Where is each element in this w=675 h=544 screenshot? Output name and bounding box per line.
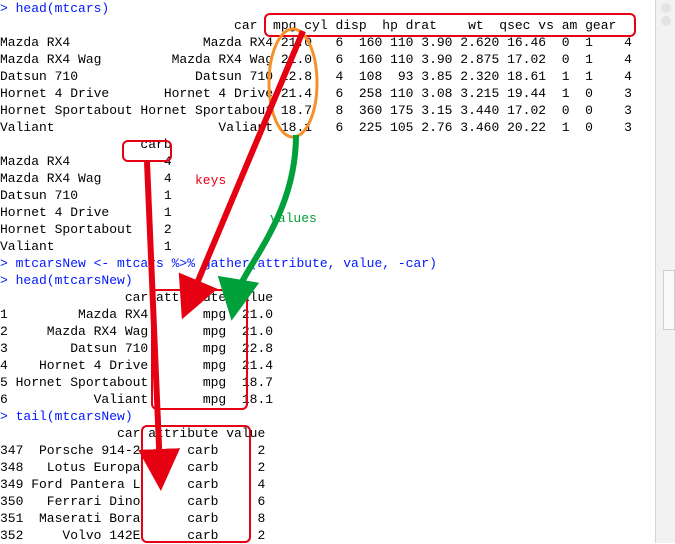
mtcars-long-head-row: 5 Hornet Sportabout mpg 18.7 (0, 374, 655, 391)
cmd-head-new: > head(mtcarsNew) (0, 272, 655, 289)
cmd-gather: > mtcarsNew <- mtcars %>% gather(attribu… (0, 255, 655, 272)
gutter-dot-icon (661, 16, 671, 26)
mtcars-long-tail-row: 349 Ford Pantera L carb 4 (0, 476, 655, 493)
mtcars-wide-row: Mazda RX4 Mazda RX4 21.0 6 160 110 3.90 … (0, 34, 655, 51)
cmd-head-mtcars: > head(mtcars) (0, 0, 655, 17)
mtcars-long-head-row: 3 Datsun 710 mpg 22.8 (0, 340, 655, 357)
mtcars-long-head-row: 4 Hornet 4 Drive mpg 21.4 (0, 357, 655, 374)
gutter-dot-icon (661, 3, 671, 13)
mtcars-wide-row: Hornet Sportabout Hornet Sportabout 18.7… (0, 102, 655, 119)
mtcars-long-head-row: 2 Mazda RX4 Wag mpg 21.0 (0, 323, 655, 340)
mtcars-wide-row: Valiant Valiant 18.1 6 225 105 2.76 3.46… (0, 119, 655, 136)
mtcars-long-tail-row: 347 Porsche 914-2 carb 2 (0, 442, 655, 459)
mtcars-wide-carb-row: Datsun 710 1 (0, 187, 655, 204)
mtcars-long-tail-row: 350 Ferrari Dino carb 6 (0, 493, 655, 510)
r-console-output: > head(mtcars) car mpg cyl disp hp drat … (0, 0, 655, 543)
mtcars-long-tail-row: 348 Lotus Europa carb 2 (0, 459, 655, 476)
mtcars-wide-carb-row: Mazda RX4 Wag 4 (0, 170, 655, 187)
annotation-values-label: values (270, 210, 317, 227)
mtcars-long-head-row: 6 Valiant mpg 18.1 (0, 391, 655, 408)
mtcars-wide-carb-row: Valiant 1 (0, 238, 655, 255)
mtcars-long-tail-row: 352 Volvo 142E carb 2 (0, 527, 655, 544)
mtcars-long-head-header: car attribute value (0, 289, 655, 306)
mtcars-long-tail-header: car attribute value (0, 425, 655, 442)
mtcars-wide-row: Mazda RX4 Wag Mazda RX4 Wag 21.0 6 160 1… (0, 51, 655, 68)
annotation-keys-label: keys (195, 172, 226, 189)
mtcars-wide-row: Datsun 710 Datsun 710 22.8 4 108 93 3.85… (0, 68, 655, 85)
mtcars-wide-carb-row: Mazda RX4 4 (0, 153, 655, 170)
mtcars-wide-carb-row: Hornet 4 Drive 1 (0, 204, 655, 221)
mtcars-wide-carb-row: Hornet Sportabout 2 (0, 221, 655, 238)
cmd-tail-new: > tail(mtcarsNew) (0, 408, 655, 425)
mtcars-long-head-row: 1 Mazda RX4 mpg 21.0 (0, 306, 655, 323)
mtcars-long-tail-row: 351 Maserati Bora carb 8 (0, 510, 655, 527)
ide-right-gutter (655, 0, 675, 543)
gutter-tab-icon (663, 270, 675, 330)
mtcars-wide-header: car mpg cyl disp hp drat wt qsec vs am g… (0, 17, 655, 34)
mtcars-wide-row: Hornet 4 Drive Hornet 4 Drive 21.4 6 258… (0, 85, 655, 102)
mtcars-wide-carb-header: carb (0, 136, 655, 153)
